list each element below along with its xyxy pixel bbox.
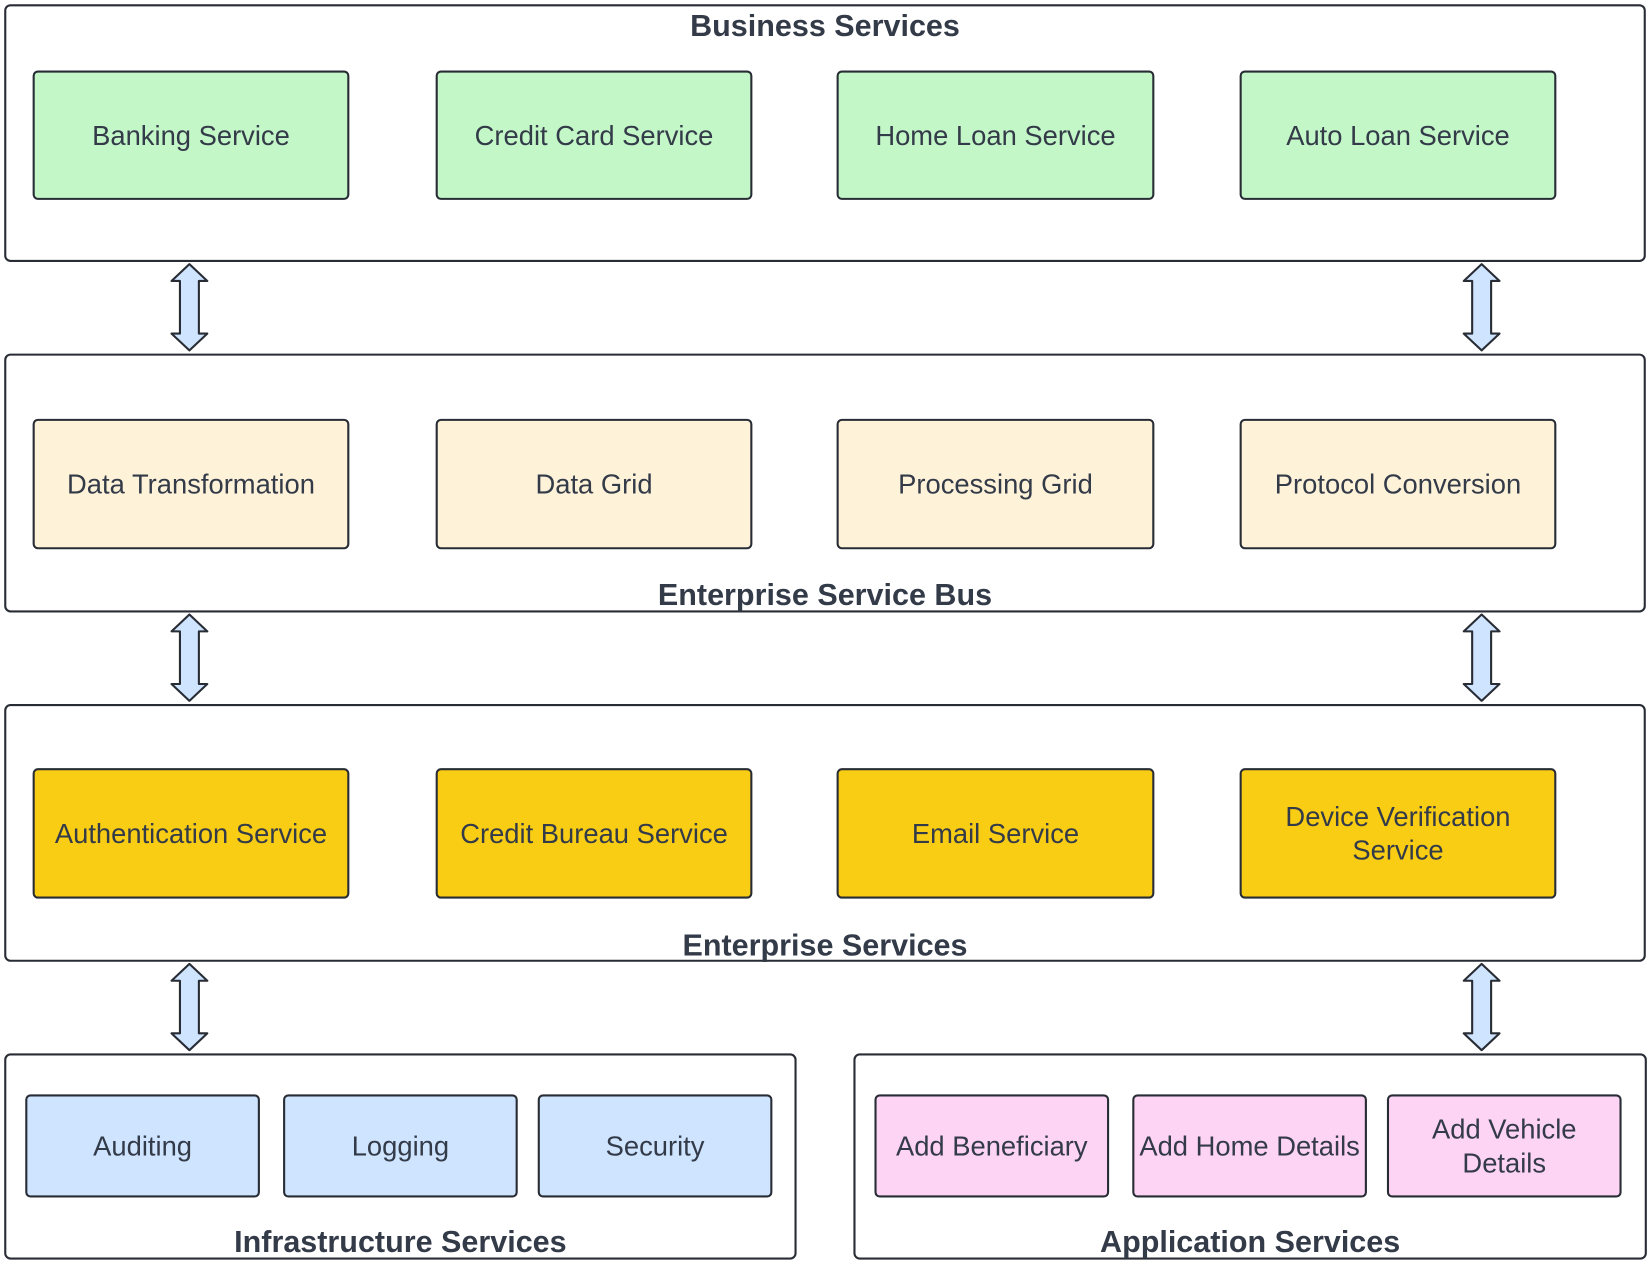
service-card: Auto Loan Service — [1239, 70, 1557, 200]
component-card: Protocol Conversion — [1239, 418, 1557, 550]
service-card: Auditing — [25, 1094, 260, 1198]
bidirectional-arrow-icon — [170, 613, 209, 702]
service-card: Add Beneficiary — [874, 1094, 1110, 1198]
layer-title: Application Services — [1100, 1225, 1401, 1260]
service-card: Add Home Details — [1132, 1094, 1367, 1198]
component-card: Processing Grid — [836, 418, 1155, 550]
service-card: Device Verification Service — [1239, 768, 1557, 899]
service-card: Home Loan Service — [836, 70, 1155, 200]
component-card: Data Grid — [435, 418, 753, 550]
service-card: Credit Bureau Service — [435, 768, 753, 899]
bidirectional-arrow-icon — [1462, 962, 1501, 1052]
layer-title: Enterprise Service Bus — [657, 578, 993, 613]
service-card: Add Vehicle Details — [1386, 1094, 1622, 1198]
service-card: Security — [537, 1094, 773, 1198]
bidirectional-arrow-icon — [170, 263, 209, 352]
service-card: Banking Service — [32, 70, 350, 200]
bidirectional-arrow-icon — [1462, 613, 1501, 702]
layer-title: Enterprise Services — [682, 929, 968, 963]
layer-title: Business Services — [690, 9, 960, 44]
service-card: Logging — [283, 1094, 518, 1198]
bidirectional-arrow-icon — [1462, 263, 1501, 352]
service-card: Email Service — [836, 768, 1155, 899]
layer-title: Infrastructure Services — [234, 1225, 567, 1260]
architecture-diagram: Business Services Banking Service Credit… — [0, 0, 1650, 1264]
service-card: Authentication Service — [32, 768, 350, 899]
service-card: Credit Card Service — [435, 70, 753, 200]
component-card: Data Transformation — [32, 418, 350, 550]
bidirectional-arrow-icon — [170, 962, 209, 1052]
